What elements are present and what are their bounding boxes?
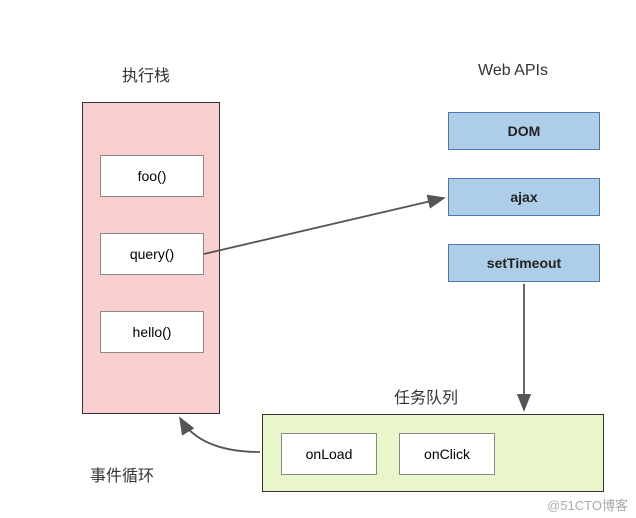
- webapi-box: DOM: [448, 112, 600, 150]
- arrow-stack-to-api: [204, 198, 444, 254]
- queue-item: onClick: [399, 433, 495, 475]
- stack-title: 执行栈: [122, 62, 170, 86]
- stack-item: query(): [100, 233, 204, 275]
- arrow-queue-to-stack: [180, 418, 260, 452]
- event-loop-label: 事件循环: [90, 462, 154, 486]
- stack-item: hello(): [100, 311, 204, 353]
- webapis-title: Web APIs: [478, 62, 548, 80]
- webapi-box: ajax: [448, 178, 600, 216]
- execution-stack: foo() query() hello(): [82, 102, 220, 414]
- queue-item: onLoad: [281, 433, 377, 475]
- stack-item: foo(): [100, 155, 204, 197]
- queue-title: 任务队列: [394, 384, 458, 408]
- webapi-box: setTimeout: [448, 244, 600, 282]
- task-queue: onLoad onClick: [262, 414, 604, 492]
- watermark: @51CTO博客: [547, 495, 628, 514]
